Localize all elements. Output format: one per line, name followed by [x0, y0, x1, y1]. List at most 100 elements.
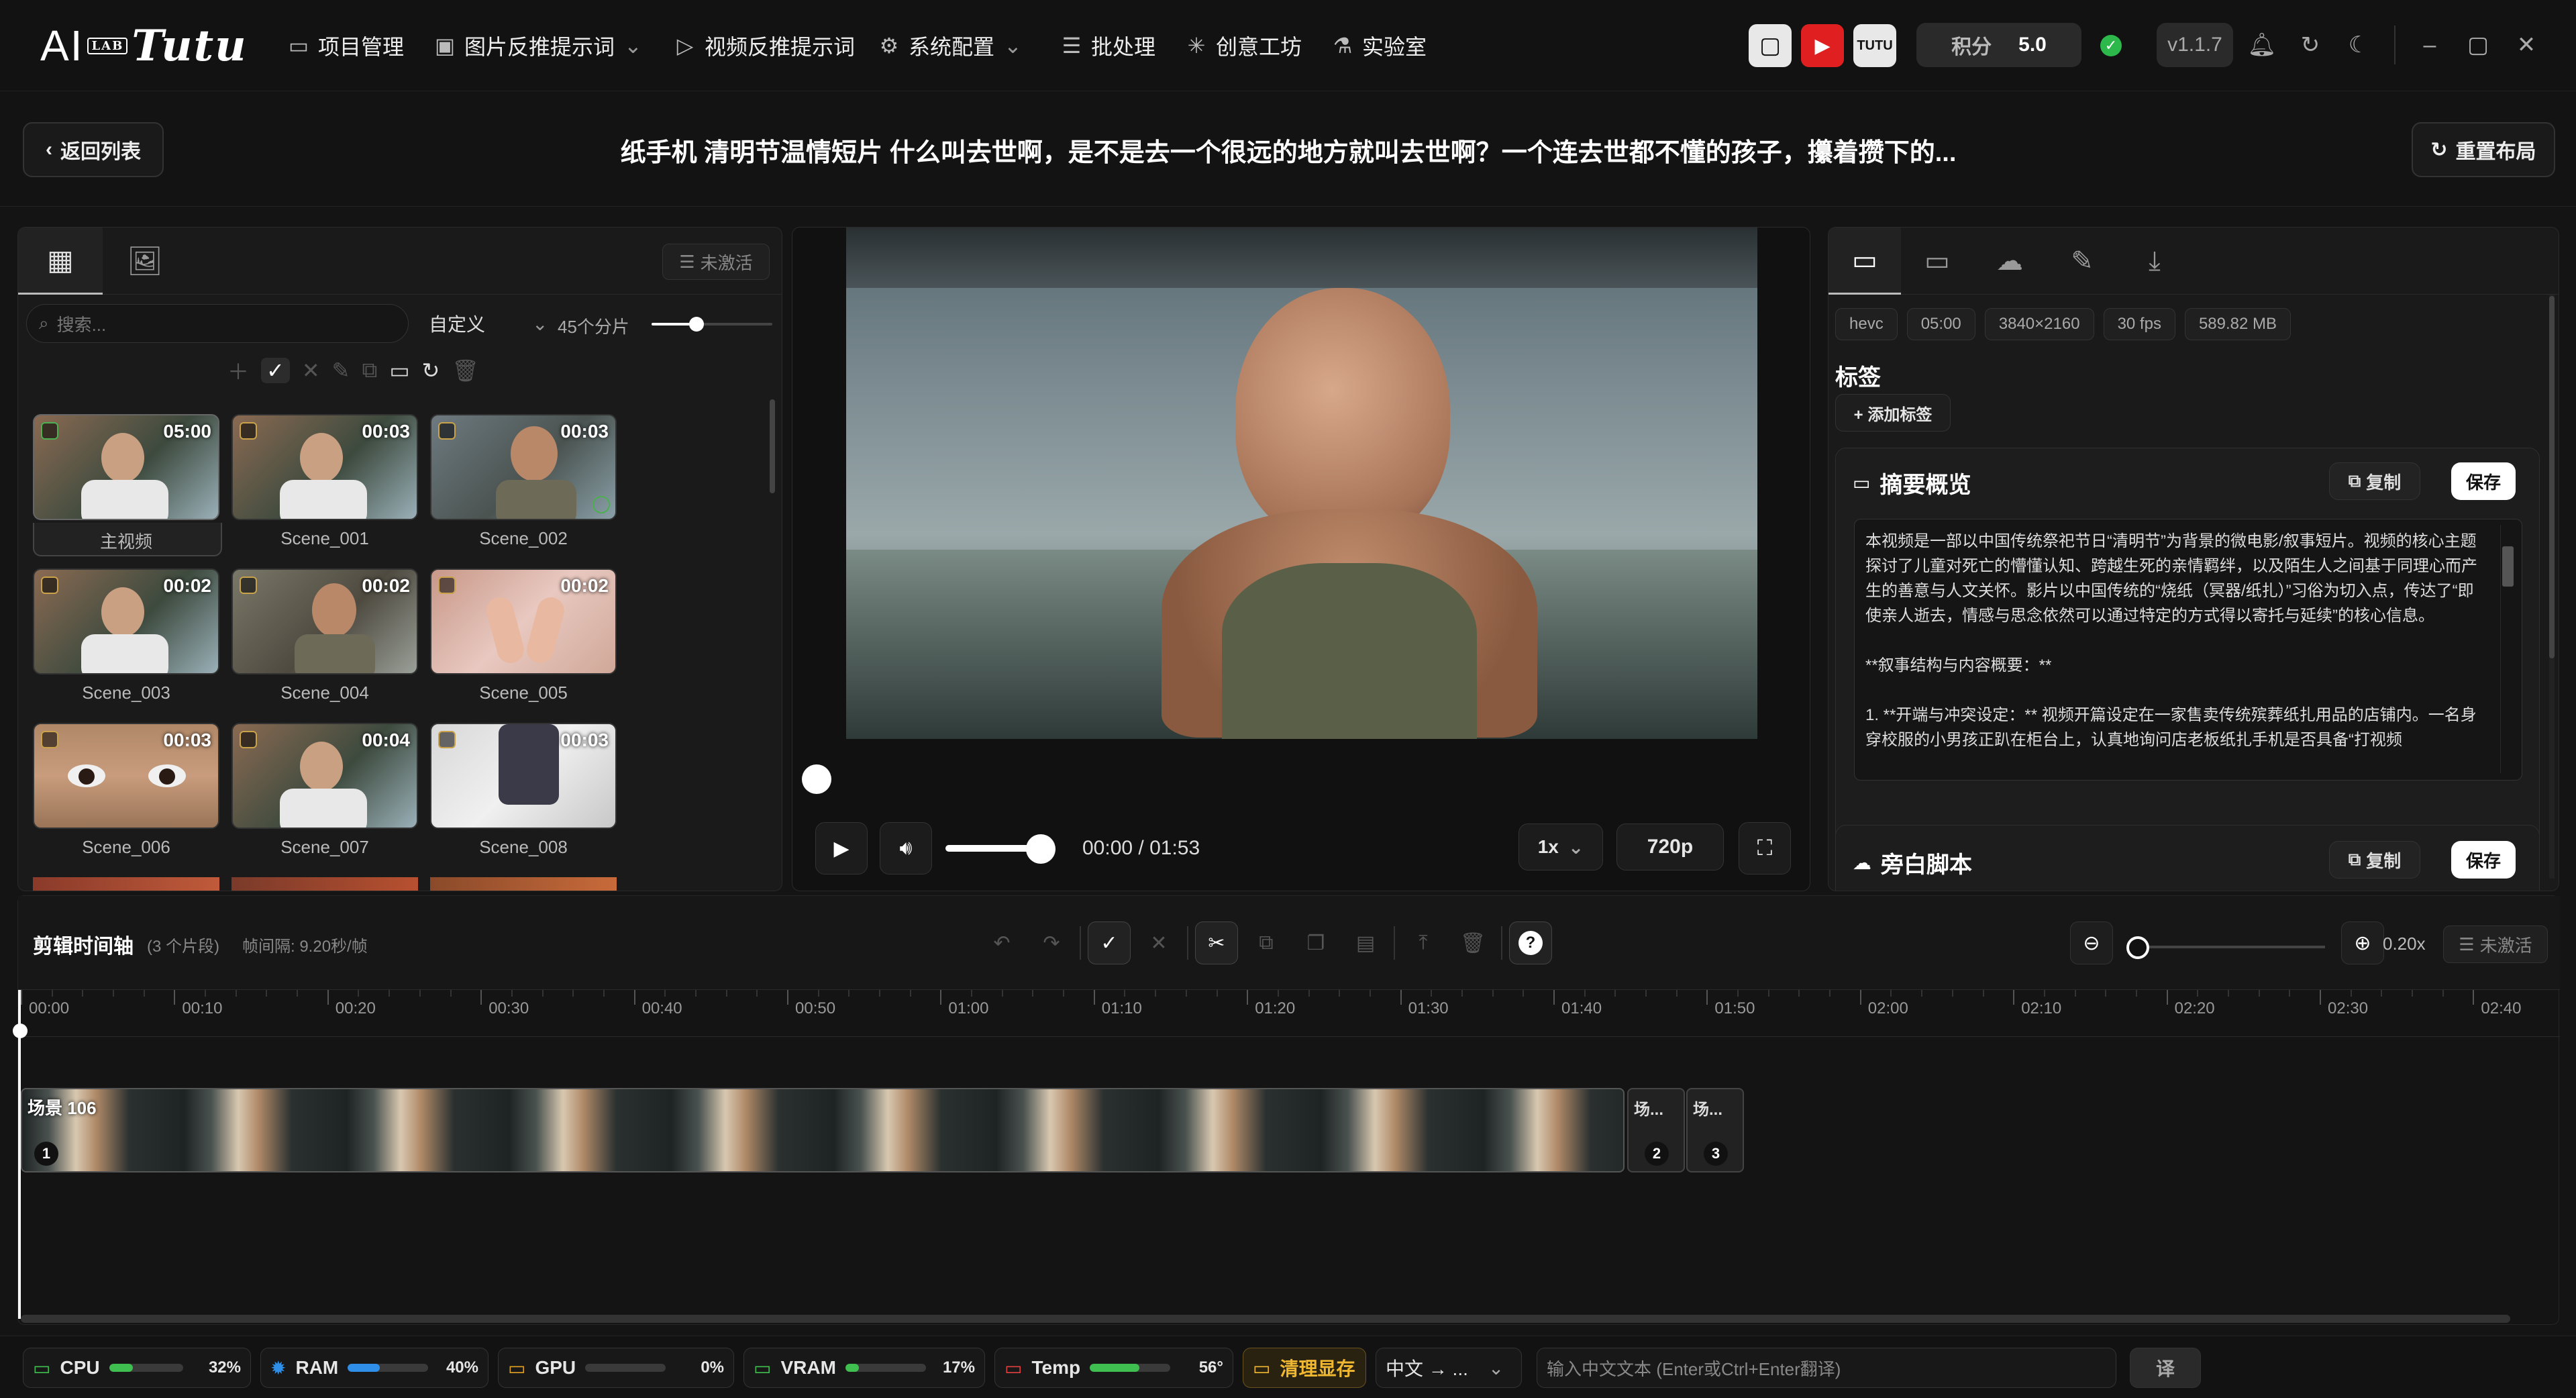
clip-thumbnail[interactable]: 00:03 [430, 723, 617, 829]
zoom-in-button[interactable]: ⊕ [2341, 921, 2384, 964]
scrollbar[interactable] [770, 399, 775, 493]
translate-button[interactable]: 译 [2130, 1348, 2201, 1388]
search-input[interactable]: ⌕ 搜索... [26, 304, 409, 343]
version-badge[interactable]: v1.1.7 [2157, 23, 2233, 67]
tab-info[interactable]: ▭ [1828, 228, 1901, 295]
tab-video[interactable]: ▭ [1901, 228, 1973, 295]
close-icon[interactable]: ✕ [1137, 921, 1180, 964]
maximize-icon[interactable]: ▢ [2461, 28, 2495, 62]
nav-item-lab[interactable]: ⚗ 实验室 [1333, 27, 1427, 64]
clear-vram-button[interactable]: ▭ 清理显存 [1243, 1348, 1366, 1388]
translate-input[interactable]: 输入中文文本 (Enter或Ctrl+Enter翻译) [1537, 1348, 2116, 1388]
bilibili-icon[interactable]: ▢ [1749, 24, 1792, 67]
play-button[interactable]: ▶ [815, 822, 868, 875]
check-icon[interactable]: ✓ [261, 358, 290, 383]
fullscreen-button[interactable]: ⛶ [1739, 822, 1791, 875]
trash-icon[interactable]: 🗑︎ [1451, 921, 1494, 964]
copy-summary-button[interactable]: ⧉ 复制 [2329, 462, 2420, 500]
moon-icon[interactable]: ☾ [2342, 28, 2375, 62]
check-icon[interactable]: ✓ [1088, 921, 1131, 964]
scissors-icon[interactable]: ✂ [1195, 921, 1238, 964]
zoom-out-button[interactable]: ⊖ [2070, 921, 2113, 964]
folder-icon[interactable]: ▭ [389, 358, 409, 383]
panel-scrollbar[interactable] [2549, 295, 2555, 879]
timeline-scrollbar[interactable] [21, 1315, 2510, 1323]
clip-thumbnail[interactable]: 00:02 [430, 568, 617, 675]
ruler-minor-tick [297, 990, 299, 997]
ruler-tick [1247, 990, 1249, 1005]
timeline-clip[interactable]: 场景 106 1 [21, 1088, 1625, 1172]
clip-thumbnail[interactable]: 00:04 [231, 723, 418, 829]
copy-icon[interactable]: ⧉ [362, 358, 377, 383]
nav-item-image-prompt[interactable]: ▣ 图片反推提示词 ⌄ [435, 27, 642, 64]
undo-icon[interactable]: ↶ [980, 921, 1023, 964]
duplicate-icon[interactable]: ❐ [1294, 921, 1337, 964]
nav-item-projects[interactable]: ▭ 项目管理 [289, 27, 404, 64]
refresh-icon[interactable]: ↻ [422, 358, 440, 383]
thumb-size-slider[interactable] [652, 317, 772, 332]
add-tag-button[interactable]: + 添加标签 [1835, 394, 1951, 432]
ruler-minor-tick [2350, 990, 2352, 997]
close-icon[interactable]: ✕ [302, 358, 320, 383]
reset-layout-button[interactable]: ↻ 重置布局 [2412, 122, 2555, 177]
save-narration-button[interactable]: 保存 [2451, 841, 2516, 879]
clip-thumbnail[interactable]: 00:03 [430, 414, 617, 520]
merge-icon[interactable]: ⧉ [1245, 921, 1288, 964]
filter-select[interactable]: 自定义 ⌄ [414, 304, 548, 343]
clip-label: Scene_003 [82, 683, 170, 703]
layers-icon[interactable]: ▤ [1344, 921, 1387, 964]
quality-select[interactable]: 720p [1616, 823, 1724, 870]
nav-item-batch[interactable]: ☰ 批处理 [1062, 27, 1155, 64]
summary-textarea[interactable]: 本视频是一部以中国传统祭祀节日“清明节”为背景的微电影/叙事短片。视频的核心主题… [1854, 519, 2522, 781]
redo-icon[interactable]: ↷ [1030, 921, 1073, 964]
nav-item-creative[interactable]: ✳ 创意工坊 [1186, 27, 1302, 64]
trash-icon[interactable]: 🗑︎ [452, 358, 479, 383]
help-button[interactable]: ? [1509, 921, 1552, 964]
scroll-thumb[interactable] [2549, 296, 2555, 658]
add-icon[interactable]: ＋ [227, 355, 249, 386]
zoom-thumb[interactable] [2126, 936, 2149, 959]
bell-icon[interactable]: 🔔︎ [2245, 28, 2279, 62]
refresh-icon[interactable]: ↻ [2294, 28, 2327, 62]
clip-thumbnail[interactable]: 00:03 [231, 414, 418, 520]
export-icon[interactable]: ⤒ [1402, 921, 1445, 964]
speed-select[interactable]: 1x ⌄ [1518, 823, 1603, 870]
close-icon[interactable]: ✕ [2510, 28, 2543, 62]
clip-thumbnail[interactable] [33, 877, 219, 891]
youtube-icon[interactable]: ▶ [1801, 24, 1844, 67]
tab-download[interactable]: ⤓ [2118, 228, 2191, 295]
clip-thumbnail[interactable] [231, 877, 418, 891]
nav-item-system-config[interactable]: ⚙ 系统配置 ⌄ [879, 27, 1022, 64]
time-ruler[interactable]: 00:00 00:10 00:20 00:30 00:40 00:50 01:00 01:10… [18, 990, 2560, 1037]
inactive-button[interactable]: ☰ 未激活 [662, 244, 770, 280]
timeline-clip[interactable]: 场... 2 [1627, 1088, 1685, 1172]
clip-thumbnail[interactable]: 00:03 [33, 723, 219, 829]
language-select[interactable]: 中文 → ... ⌄ [1376, 1348, 1522, 1388]
playhead-handle[interactable] [13, 1023, 28, 1038]
clip-thumbnail[interactable]: 00:02 [231, 568, 418, 675]
grid-view-tab[interactable]: ▦ [18, 228, 103, 295]
scroll-thumb[interactable] [2502, 546, 2514, 587]
volume-thumb[interactable] [1026, 834, 1055, 864]
tab-edit[interactable]: ✎ [2046, 228, 2118, 295]
clip-thumbnail[interactable]: 00:02 [33, 568, 219, 675]
back-button[interactable]: ‹ 返回列表 [23, 122, 164, 177]
tutu-icon[interactable]: TUTU [1853, 24, 1896, 67]
image-view-tab[interactable]: 🖼︎ [103, 228, 187, 295]
video-frame[interactable] [846, 228, 1757, 739]
clip-thumbnail[interactable] [430, 877, 617, 891]
tab-upload[interactable]: ☁ [1973, 228, 2046, 295]
timeline-clip[interactable]: 场... 3 [1686, 1088, 1744, 1172]
nav-item-video-prompt[interactable]: ▷ 视频反推提示词 [675, 27, 855, 64]
progress-bar[interactable] [815, 775, 1795, 782]
slider-thumb[interactable] [689, 317, 704, 332]
clip-thumbnail[interactable]: 05:00 [33, 414, 219, 520]
copy-narration-button[interactable]: ⧉ 复制 [2329, 841, 2420, 879]
minimize-icon[interactable]: – [2413, 28, 2446, 62]
volume-button[interactable]: 🔊︎ [880, 822, 932, 875]
timeline-inactive-button[interactable]: ☰ 未激活 [2443, 926, 2548, 963]
textarea-scrollbar[interactable] [2500, 525, 2515, 773]
zoom-slider[interactable] [2130, 946, 2325, 948]
edit-icon[interactable]: ✎ [332, 358, 350, 383]
save-summary-button[interactable]: 保存 [2451, 462, 2516, 500]
